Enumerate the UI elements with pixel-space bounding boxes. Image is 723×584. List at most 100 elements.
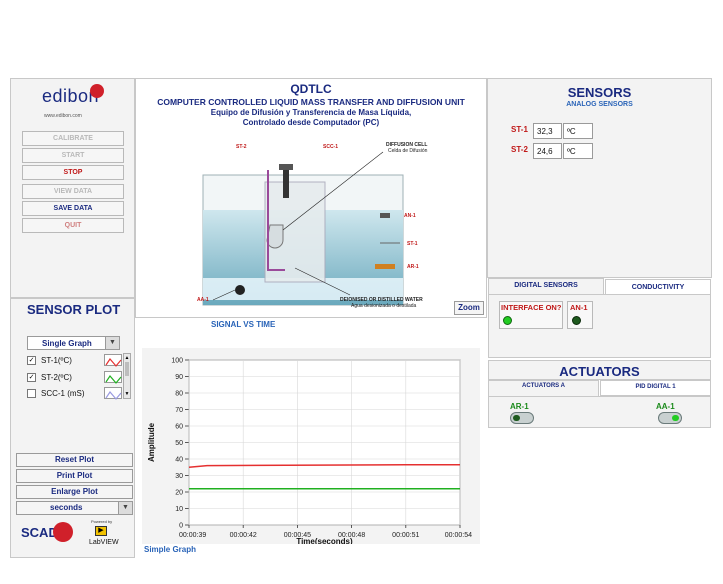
chart-footer-mode: Simple Graph xyxy=(144,545,197,554)
time-units-value: seconds xyxy=(50,503,83,512)
y-tick-label: 60 xyxy=(175,424,183,431)
edibon-logo: edibon xyxy=(42,84,104,107)
enlarge-plot-button[interactable]: Enlarge Plot xyxy=(16,485,133,499)
an1-label: AN-1 xyxy=(570,303,588,312)
ar1-toggle[interactable] xyxy=(510,412,534,424)
time-units-chevron-icon: ▼ xyxy=(118,502,132,514)
sensor-plot-title: SENSOR PLOT xyxy=(27,302,121,317)
x-tick-label: 00:00:42 xyxy=(230,532,257,539)
legend-checkbox-scc1[interactable] xyxy=(27,389,36,398)
label-st2: ST-2 xyxy=(236,144,247,150)
analog-sensors-title: ANALOG SENSORS xyxy=(566,101,633,108)
legend-checkbox-st2[interactable]: ✓ xyxy=(27,373,36,382)
st1-unit: ºC xyxy=(563,123,593,139)
st1-value: 32,3 xyxy=(533,123,562,139)
label-an1: AN-1 xyxy=(404,213,416,219)
an1-led xyxy=(572,316,581,325)
scroll-up-icon[interactable]: ▲ xyxy=(124,354,130,362)
ar1-toggle-knob xyxy=(513,415,520,421)
x-axis-label: Time(seconds) xyxy=(296,537,353,544)
label-st1: ST-1 xyxy=(407,241,418,247)
y-tick-label: 80 xyxy=(175,391,183,398)
label-ar1: AR-1 xyxy=(407,264,419,270)
labview-label: LabVIEW xyxy=(89,539,119,546)
y-tick-label: 90 xyxy=(175,374,183,381)
unit-code: QDTLC xyxy=(290,82,332,96)
label-water-es: Agua desionizada o destilada xyxy=(351,303,417,309)
y-tick-label: 100 xyxy=(171,358,183,365)
powered-by-label: Powered by xyxy=(91,519,113,524)
signal-chart: 0 10 20 30 40 50 60 70 80 90 100 00:00:39 00:00:42 00… xyxy=(147,358,472,545)
signal-vs-time-title: SIGNAL VS TIME xyxy=(211,320,276,329)
tab-actuators-a-label: ACTUATORS A xyxy=(522,383,565,389)
reset-plot-button[interactable]: Reset Plot xyxy=(16,453,133,467)
legend-swatch-st2 xyxy=(104,371,122,384)
graph-mode-select[interactable]: Single Graph ▼ xyxy=(27,336,120,350)
y-tick-label: 50 xyxy=(175,440,183,447)
st1-tag: ST-1 xyxy=(511,125,528,134)
graph-mode-value: Single Graph xyxy=(42,339,92,348)
legend-label-scc1: SCC-1 (mS) xyxy=(41,389,85,398)
tab-digital-sensors-label: DIGITAL SENSORS xyxy=(514,282,578,289)
aa1-toggle-knob xyxy=(672,415,679,421)
x-tick-label: 00:00:51 xyxy=(392,532,419,539)
label-diffusion-cell-es: Celda de Difusión xyxy=(388,148,428,154)
y-tick-label: 30 xyxy=(175,473,183,480)
unit-subtitle-2: Controlado desde Computador (PC) xyxy=(242,118,380,127)
scada-logo-circle xyxy=(53,522,73,542)
print-plot-button[interactable]: Print Plot xyxy=(16,469,133,483)
scroll-down-icon[interactable]: ▼ xyxy=(124,390,130,398)
y-tick-label: 20 xyxy=(175,490,183,497)
st2-unit: ºC xyxy=(563,143,593,159)
x-tick-label: 00:00:54 xyxy=(445,532,472,539)
y-tick-label: 0 xyxy=(179,523,183,530)
unit-subtitle-1: Equipo de Difusión y Transferencia de Ma… xyxy=(210,108,412,117)
process-schematic xyxy=(202,151,404,306)
stop-button[interactable]: STOP xyxy=(22,165,124,180)
x-tick-label: 00:00:39 xyxy=(179,532,206,539)
zoom-button[interactable]: Zoom xyxy=(454,301,484,315)
legend-swatch-st1 xyxy=(104,354,122,367)
edibon-url: www.edibon.com xyxy=(44,113,82,119)
calibrate-button[interactable]: CALIBRATE xyxy=(22,131,124,146)
sensors-panel xyxy=(487,78,712,278)
y-tick-label: 10 xyxy=(175,506,183,513)
aa1-label: AA-1 xyxy=(656,402,675,411)
ar1-label: AR-1 xyxy=(510,402,529,411)
probe-cap xyxy=(279,164,293,170)
legend-scrollbar[interactable]: ▲ ▼ xyxy=(123,353,131,399)
save-data-button[interactable]: SAVE DATA xyxy=(22,201,124,216)
heater-ar1 xyxy=(375,264,395,269)
diffusion-cell xyxy=(266,224,284,249)
legend-checkbox-st1[interactable]: ✓ xyxy=(27,356,36,365)
labview-icon: ▶ xyxy=(95,526,107,536)
time-units-select[interactable]: seconds ▼ xyxy=(16,501,133,515)
st2-value: 24,6 xyxy=(533,143,562,159)
y-tick-label: 40 xyxy=(175,457,183,464)
conductivity-probe xyxy=(283,168,289,198)
actuators-title: ACTUATORS xyxy=(559,364,640,379)
level-an1 xyxy=(380,213,390,218)
legend-label-st1: ST-1(ºC) xyxy=(41,356,72,365)
view-data-button[interactable]: VIEW DATA xyxy=(22,184,124,199)
legend-swatch-scc1 xyxy=(104,387,122,400)
y-axis-label: Amplitude xyxy=(147,422,156,462)
label-aa1: AA-1 xyxy=(197,297,209,303)
y-tick-label: 70 xyxy=(175,407,183,414)
legend-label-st2: ST-2(ºC) xyxy=(41,373,72,382)
sensors-title: SENSORS xyxy=(567,85,632,100)
quit-button[interactable]: QUIT xyxy=(22,218,124,233)
stirrer-aa1 xyxy=(235,285,245,295)
graph-mode-chevron-icon: ▼ xyxy=(105,337,119,349)
unit-title: COMPUTER CONTROLLED LIQUID MASS TRANSFER… xyxy=(157,97,465,107)
start-button[interactable]: START xyxy=(22,148,124,163)
label-scc1: SCC-1 xyxy=(323,144,339,150)
tab-conductivity-label: CONDUCTIVITY xyxy=(631,284,685,291)
aa1-toggle[interactable] xyxy=(658,412,682,424)
logo-dot xyxy=(90,84,104,98)
scroll-thumb[interactable] xyxy=(125,362,129,376)
interface-on-label: INTERFACE ON? xyxy=(501,303,562,312)
st2-tag: ST-2 xyxy=(511,145,528,154)
tab-pid-digital-label: PID DIGITAL 1 xyxy=(635,384,676,390)
interface-led xyxy=(503,316,512,325)
